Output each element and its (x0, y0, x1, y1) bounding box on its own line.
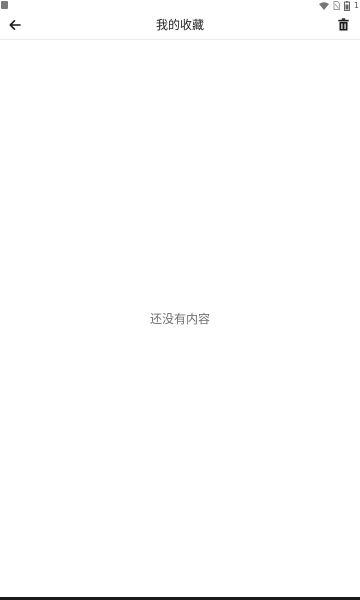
app-bar: 我的收藏 (0, 11, 360, 40)
status-time: 1 (353, 1, 359, 10)
status-bar: 1 (0, 0, 360, 11)
back-button[interactable] (4, 14, 26, 36)
wifi-icon (318, 1, 329, 10)
battery-icon (343, 0, 350, 11)
empty-state-message: 还没有内容 (149, 312, 210, 326)
favorites-screen: 1 我的收藏 还没有内容 (0, 0, 360, 600)
arrow-left-icon (9, 16, 21, 35)
no-sim-icon (333, 1, 340, 10)
page-title: 我的收藏 (155, 18, 204, 32)
delete-button[interactable] (333, 15, 353, 35)
trash-icon (337, 16, 349, 35)
status-icons: 1 (318, 0, 359, 11)
notification-icon (1, 1, 8, 9)
